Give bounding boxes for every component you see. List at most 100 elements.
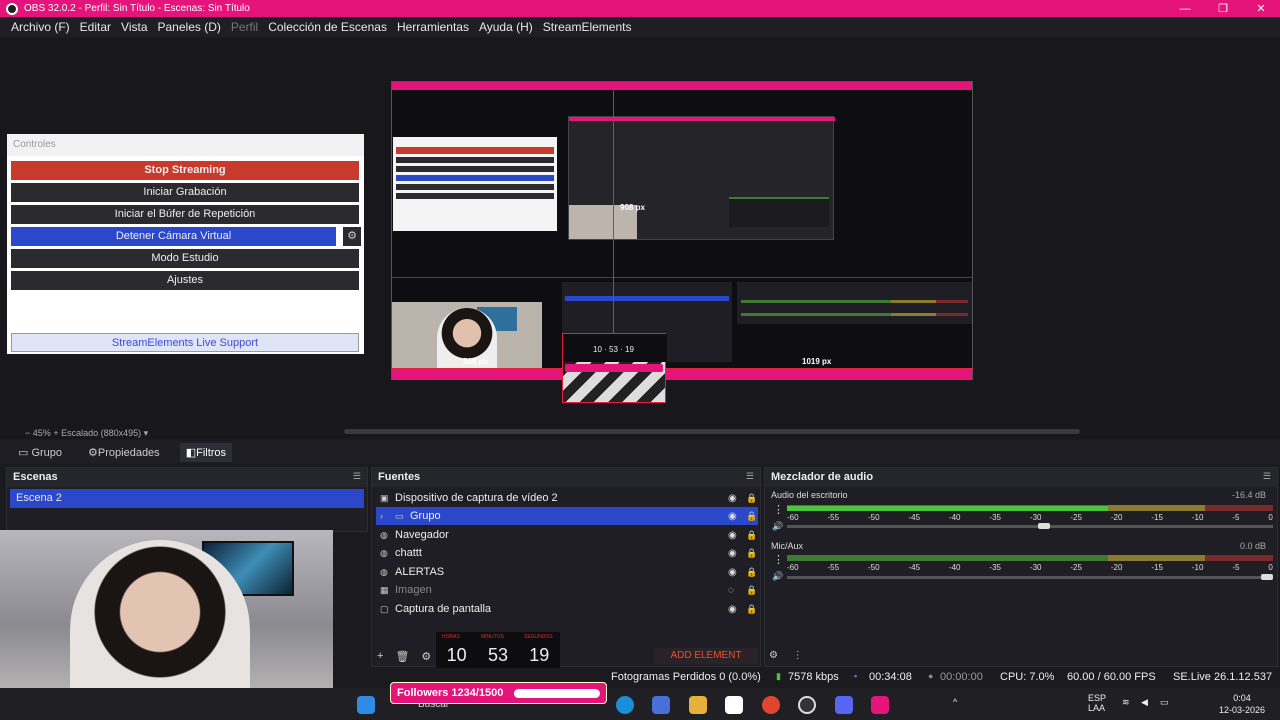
captured-taskbar	[392, 368, 972, 380]
screen-capture-preview[interactable]	[391, 81, 973, 380]
maximize-button[interactable]: ❐	[1204, 0, 1242, 17]
close-button[interactable]: ✕	[1242, 0, 1280, 17]
volume-icon[interactable]: ◀	[1141, 697, 1148, 708]
start-recording-button[interactable]: Iniciar Grabación	[11, 183, 359, 202]
mic-aux-volume-knob[interactable]	[1261, 574, 1273, 580]
mic-aux-volume-slider[interactable]	[787, 576, 1273, 579]
se-version: SE.Live 26.1.12.537	[1173, 671, 1273, 683]
visibility-eye-icon[interactable]: ◉	[728, 511, 737, 522]
source-item[interactable]: ◍ Navegador ◉ 🔒	[376, 526, 758, 544]
source-item-selected[interactable]: › ▭ Grupo ◉ 🔒	[376, 507, 758, 525]
visibility-eye-icon[interactable]: ◉	[728, 604, 737, 615]
stream-time: 00:34:08	[869, 671, 912, 683]
visibility-eye-icon[interactable]: ◉	[728, 530, 737, 541]
tiktok-icon[interactable]	[871, 696, 889, 714]
properties-tab[interactable]: ⚙Propiedades	[82, 443, 166, 462]
edge-icon[interactable]	[616, 696, 634, 714]
scenes-dock: Escenas ☰ Escena 2	[6, 467, 368, 532]
battery-icon[interactable]: ▭	[1160, 697, 1169, 708]
mic-aux-meter	[787, 555, 1273, 561]
menu-file[interactable]: Archivo (F)	[11, 20, 70, 34]
stop-streaming-button[interactable]: Stop Streaming	[11, 161, 359, 180]
settings-button[interactable]: Ajustes	[11, 271, 359, 290]
lock-icon[interactable]: 🔒	[746, 604, 757, 615]
mic-aux-menu-icon[interactable]: ⋮	[773, 553, 784, 566]
virtual-camera-button[interactable]: Detener Cámara Virtual	[11, 227, 336, 246]
preview-scrollbar[interactable]	[344, 429, 1080, 434]
menu-scene-collection[interactable]: Colección de Escenas	[268, 20, 387, 34]
filters-tab[interactable]: ◧Filtros	[179, 442, 233, 462]
controls-title: Controles	[7, 134, 364, 156]
visibility-hidden-eye-icon[interactable]: ◌	[728, 585, 734, 596]
copilot-icon[interactable]	[652, 696, 670, 714]
menu-view[interactable]: Vista	[121, 20, 147, 34]
zoom-out-icon[interactable]: −	[25, 428, 30, 438]
virtual-camera-settings-gear-icon[interactable]: ⚙	[343, 227, 361, 246]
add-element-button[interactable]: ADD ELEMENT	[654, 648, 758, 664]
desktop-audio-menu-icon[interactable]: ⋮	[773, 503, 784, 516]
tray-chevron-icon[interactable]: ^	[953, 697, 957, 707]
live-support-button[interactable]: StreamElements Live Support	[11, 333, 359, 352]
obs-taskbar-icon[interactable]	[798, 696, 816, 714]
desktop-audio-ticks: -60 -55 -50 -45 -40 -35 -30 -25 -20 -15 -10 -5 0	[787, 513, 1273, 522]
visibility-eye-icon[interactable]: ◉	[728, 567, 737, 578]
remove-source-icon[interactable]: 🗑	[395, 650, 409, 663]
visibility-eye-icon[interactable]: ◉	[728, 493, 737, 504]
source-settings-gear-icon[interactable]: ⚙	[421, 650, 431, 663]
scenes-dock-menu-icon[interactable]: ☰	[353, 471, 361, 482]
minutes-label: MINUTOS	[481, 634, 504, 640]
wifi-icon[interactable]: ≋	[1122, 697, 1130, 708]
menu-docks[interactable]: Paneles (D)	[158, 20, 221, 34]
menu-help[interactable]: Ayuda (H)	[479, 20, 533, 34]
gear-icon: ⚙	[88, 446, 98, 459]
desktop-audio-speaker-icon[interactable]: 🔊	[772, 521, 783, 532]
mic-aux-speaker-icon[interactable]: 🔊	[772, 571, 783, 582]
globe-icon: ◍	[380, 566, 388, 577]
lock-icon[interactable]: 🔒	[746, 493, 757, 504]
mixer-dock-menu-icon[interactable]: ☰	[1263, 471, 1271, 482]
store-icon[interactable]	[725, 696, 743, 714]
source-item[interactable]: ◍ chattt ◉ 🔒	[376, 544, 758, 562]
selected-group-bounds[interactable]: 10 · 53 · 19	[562, 333, 667, 403]
desktop-audio-volume-knob[interactable]	[1038, 523, 1051, 529]
lock-icon[interactable]: 🔒	[746, 511, 757, 522]
source-item[interactable]: ▢ Captura de pantalla ◉ 🔒	[376, 600, 758, 618]
menu-tools[interactable]: Herramientas	[397, 20, 469, 34]
lock-icon[interactable]: 🔒	[746, 567, 757, 578]
source-item[interactable]: ◍ ALERTAS ◉ 🔒	[376, 563, 758, 581]
scene-item[interactable]: Escena 2	[10, 489, 364, 508]
stream-icon: ▪	[854, 671, 858, 681]
windows-start-icon[interactable]	[357, 696, 375, 714]
source-item[interactable]: ▣ Dispositivo de captura de vídeo 2 ◉ 🔒	[376, 489, 758, 507]
captured-mixer	[737, 282, 972, 324]
mixer-menu-icon[interactable]: ⋮	[793, 650, 803, 661]
sources-dock-menu-icon[interactable]: ☰	[746, 471, 754, 482]
visibility-eye-icon[interactable]: ◉	[728, 548, 737, 559]
discord-icon[interactable]	[835, 696, 853, 714]
replay-buffer-button[interactable]: Iniciar el Búfer de Repetición	[11, 205, 359, 224]
chrome-icon[interactable]	[762, 696, 780, 714]
captured-controls	[393, 137, 557, 231]
menu-bar: Archivo (F) Editar Vista Paneles (D) Per…	[0, 17, 1280, 37]
advanced-audio-gear-icon[interactable]: ⚙	[769, 650, 778, 661]
menu-profile[interactable]: Perfil	[231, 20, 258, 34]
menu-edit[interactable]: Editar	[80, 20, 111, 34]
scenes-title: Escenas	[7, 468, 367, 487]
source-item-hidden[interactable]: ▦ Imagen ◌ 🔒	[376, 581, 758, 599]
title-bar: OBS 32.0.2 - Perfil: Sin Título - Escena…	[0, 0, 1280, 17]
taskbar-clock[interactable]: 0:04 12-03-2026	[1219, 692, 1265, 716]
minimize-button[interactable]: —	[1166, 0, 1204, 17]
zoom-in-icon[interactable]: +	[53, 428, 58, 438]
file-explorer-icon[interactable]	[689, 696, 707, 714]
expand-chevron-icon[interactable]: ›	[380, 511, 390, 521]
menu-streamelements[interactable]: StreamElements	[543, 20, 632, 34]
seconds-label: SEGUNDOS	[524, 634, 553, 640]
scale-dropdown-icon[interactable]: ▾	[144, 428, 149, 438]
lock-icon[interactable]: 🔒	[746, 585, 757, 596]
studio-mode-button[interactable]: Modo Estudio	[11, 249, 359, 268]
language-indicator[interactable]: ESP LAA	[1088, 693, 1106, 713]
desktop-audio-volume-slider[interactable]	[787, 525, 1273, 528]
add-source-icon[interactable]: +	[377, 650, 383, 662]
lock-icon[interactable]: 🔒	[746, 530, 757, 541]
lock-icon[interactable]: 🔒	[746, 548, 757, 559]
